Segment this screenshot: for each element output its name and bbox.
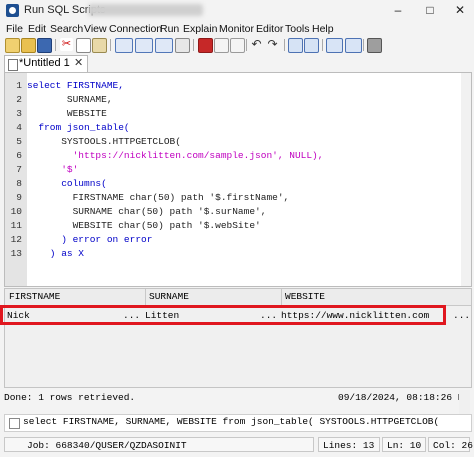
save-icon[interactable] [37,38,52,53]
status-timestamp: 09/18/2024, 08:18:26 PM [338,392,470,403]
toolbar-separator [193,39,194,51]
redo-icon[interactable]: ↷ [266,38,279,51]
title-bar: Run SQL Scripts - – □ ✕ [0,0,474,22]
print-icon[interactable] [367,38,382,53]
editor-scrollbar[interactable] [461,73,471,286]
line-number: 8 [16,178,22,189]
monitor-sql-icon[interactable] [345,38,362,53]
open-icon[interactable] [21,38,36,53]
run-all-icon[interactable] [135,38,153,53]
history-entry[interactable]: select FIRSTNAME, SURNAME, WEBSITE from … [4,414,472,432]
code-line: from json_table( [27,122,130,133]
line-number-gutter: 1 2 3 4 5 6 7 8 9 10 11 12 13 [5,73,27,286]
monitor-icon[interactable] [326,38,343,53]
sql-editor[interactable]: 1 2 3 4 5 6 7 8 9 10 11 12 13 select FIR… [4,72,472,287]
toolbar-separator [284,39,285,51]
maximize-button[interactable]: □ [418,1,442,19]
menu-file[interactable]: File [6,23,23,35]
format-icon[interactable] [230,38,245,53]
tab-close-icon[interactable]: ✕ [74,56,83,69]
line-number: 9 [16,192,22,203]
minimize-button[interactable]: – [386,1,410,19]
menu-bar: File Edit Search View Connection Run Exp… [0,22,474,37]
code-line: ) as X [27,248,85,259]
code-line: SYSTOOLS.HTTPGETCLOB( [27,136,181,147]
menu-editor[interactable]: Editor [256,23,283,35]
status-message: Done: 1 rows retrieved. [4,392,136,403]
job-info: Job: 668340/QUSER/QZDASOINIT [4,437,314,452]
line-number: 5 [16,136,22,147]
line-number: 13 [10,248,22,259]
code-line: ) error on error [27,234,153,245]
menu-tools[interactable]: Tools [285,23,310,35]
line-number: 1 [16,80,22,91]
status-bar: Job: 668340/QUSER/QZDASOINIT Lines: 13 L… [4,436,473,454]
menu-explain[interactable]: Explain [183,23,217,35]
history-text: select FIRSTNAME, SURNAME, WEBSITE from … [23,416,440,427]
app-icon [6,4,19,17]
cell-truncation: ... [453,310,471,321]
line-number: 7 [16,164,22,175]
code-line: WEBSITE [27,108,107,119]
document-icon [8,59,18,71]
toolbar-separator [55,39,56,51]
code-line: FIRSTNAME char(50) path '$.firstName', [27,192,290,203]
line-number: 10 [10,206,22,217]
lines-count: Lines: 13 [318,437,380,452]
column-header-website[interactable]: WEBSITE [285,291,325,302]
close-button[interactable]: ✕ [448,1,472,19]
run-sql-icon[interactable] [115,38,133,53]
line-number: 4 [16,122,22,133]
paste-icon[interactable] [92,38,107,53]
toolbar-separator [110,39,111,51]
line-number: 2 [16,94,22,105]
column-header-firstname[interactable]: FIRSTNAME [9,291,60,302]
halt-icon[interactable] [198,38,213,53]
toolbar-separator [363,39,364,51]
tab-label: *Untitled 1 [19,57,70,69]
line-number: 11 [10,220,22,231]
menu-connection[interactable]: Connection [109,23,162,35]
toolbar-separator [322,39,323,51]
column-header-surname[interactable]: SURNAME [149,291,189,302]
line-number: 12 [10,234,22,245]
toolbar: ✂ ↶ ↷ [0,37,474,54]
code-line: columns( [27,178,107,189]
code-line: select FIRSTNAME, [27,80,124,91]
line-number: 6 [16,150,22,161]
line-number-indicator: Ln: 10 [382,437,426,452]
new-icon[interactable] [5,38,20,53]
history-checkbox[interactable] [9,418,20,429]
code-line: '$' [27,164,79,175]
cut-icon[interactable]: ✂ [60,38,73,51]
results-grid[interactable]: FIRSTNAME SURNAME WEBSITE Nick ... Litte… [4,288,472,388]
explain-icon[interactable] [288,38,303,53]
visual-explain-icon[interactable] [304,38,319,53]
redacted-title-text [88,4,203,16]
code-line: WEBSITE char(50) path '$.webSite' [27,220,261,231]
status-scrollbar[interactable] [459,390,470,414]
toolbar-separator [246,39,247,51]
column-indicator: Col: 26 [428,437,473,452]
menu-monitor[interactable]: Monitor [219,23,254,35]
highlight-annotation [0,305,446,325]
menu-edit[interactable]: Edit [28,23,46,35]
menu-search[interactable]: Search [50,23,83,35]
code-line: SURNAME, [27,94,113,105]
column-divider[interactable] [281,289,282,305]
stop-icon[interactable] [175,38,190,53]
clear-icon[interactable] [214,38,229,53]
menu-view[interactable]: View [84,23,107,35]
code-line: SURNAME char(50) path '$.surName', [27,206,267,217]
line-number: 3 [16,108,22,119]
undo-icon[interactable]: ↶ [250,38,263,51]
column-divider[interactable] [145,289,146,305]
results-header: FIRSTNAME SURNAME WEBSITE [5,289,471,306]
tab-untitled-1[interactable]: *Untitled 1 ✕ [4,55,88,72]
menu-run[interactable]: Run [160,23,179,35]
run-selected-icon[interactable] [155,38,173,53]
menu-help[interactable]: Help [312,23,334,35]
code-line: 'https://nicklitten.com/sample.json', NU… [27,150,324,161]
copy-icon[interactable] [76,38,91,53]
